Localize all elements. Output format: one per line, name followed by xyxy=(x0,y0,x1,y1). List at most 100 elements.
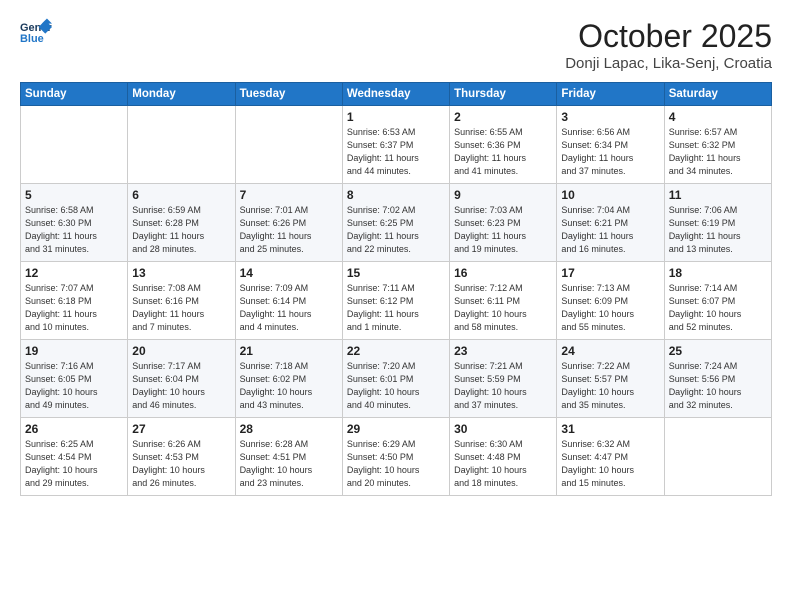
day-info: Sunrise: 7:18 AM Sunset: 6:02 PM Dayligh… xyxy=(240,360,338,412)
day-info: Sunrise: 6:57 AM Sunset: 6:32 PM Dayligh… xyxy=(669,126,767,178)
calendar-cell: 8Sunrise: 7:02 AM Sunset: 6:25 PM Daylig… xyxy=(342,184,449,262)
calendar-cell: 30 Sunrise: 6:30 AM Sunset: 4:48 PM Dayli… xyxy=(450,418,557,496)
calendar-cell xyxy=(235,106,342,184)
weekday-header-friday: Friday xyxy=(557,83,664,106)
day-info: Sunrise: 7:21 AM Sunset: 5:59 PM Dayligh… xyxy=(454,360,552,412)
day-number: 5 xyxy=(25,188,123,202)
calendar-cell: 14Sunrise: 7:09 AM Sunset: 6:14 PM Dayli… xyxy=(235,262,342,340)
calendar-cell: 1Sunrise: 6:53 AM Sunset: 6:37 PM Daylig… xyxy=(342,106,449,184)
page: General Blue General Blue October 2025 D… xyxy=(0,0,792,612)
week-row-2: 5Sunrise: 6:58 AM Sunset: 6:30 PM Daylig… xyxy=(21,184,772,262)
day-info: Sunrise: 6:55 AM Sunset: 6:36 PM Dayligh… xyxy=(454,126,552,178)
day-number: 13 xyxy=(132,266,230,280)
calendar-cell: 2 Sunrise: 6:55 AM Sunset: 6:36 PM Daylig… xyxy=(450,106,557,184)
calendar-cell: 10Sunrise: 7:04 AM Sunset: 6:21 PM Dayli… xyxy=(557,184,664,262)
day-number: 6 xyxy=(132,188,230,202)
calendar-cell: 22 Sunrise: 7:20 AM Sunset: 6:01 PM Dayli… xyxy=(342,340,449,418)
day-number: 28 xyxy=(240,422,338,436)
logo-icon: General Blue xyxy=(20,18,52,46)
day-number: 11 xyxy=(669,188,767,202)
calendar-cell: 12 Sunrise: 7:07 AM Sunset: 6:18 PM Dayli… xyxy=(21,262,128,340)
weekday-header-wednesday: Wednesday xyxy=(342,83,449,106)
week-row-4: 19 Sunrise: 7:16 AM Sunset: 6:05 PM Dayli… xyxy=(21,340,772,418)
day-info: Sunrise: 7:08 AM Sunset: 6:16 PM Dayligh… xyxy=(132,282,230,334)
logo: General Blue General Blue xyxy=(20,18,52,46)
day-info: Sunrise: 6:25 AM Sunset: 4:54 PM Dayligh… xyxy=(25,438,123,490)
header: General Blue General Blue October 2025 D… xyxy=(20,18,772,72)
day-info: Sunrise: 6:56 AM Sunset: 6:34 PM Dayligh… xyxy=(561,126,659,178)
weekday-header-row: SundayMondayTuesdayWednesdayThursdayFrid… xyxy=(21,83,772,106)
day-info: Sunrise: 6:30 AM Sunset: 4:48 PM Dayligh… xyxy=(454,438,552,490)
day-number: 22 xyxy=(347,344,445,358)
calendar-cell: 24 Sunrise: 7:22 AM Sunset: 5:57 PM Dayli… xyxy=(557,340,664,418)
calendar-cell: 9Sunrise: 7:03 AM Sunset: 6:23 PM Daylig… xyxy=(450,184,557,262)
calendar-cell: 3 Sunrise: 6:56 AM Sunset: 6:34 PM Daylig… xyxy=(557,106,664,184)
day-number: 8 xyxy=(347,188,445,202)
calendar-cell: 23 Sunrise: 7:21 AM Sunset: 5:59 PM Dayli… xyxy=(450,340,557,418)
calendar-cell: 16Sunrise: 7:12 AM Sunset: 6:11 PM Dayli… xyxy=(450,262,557,340)
day-info: Sunrise: 7:07 AM Sunset: 6:18 PM Dayligh… xyxy=(25,282,123,334)
day-number: 23 xyxy=(454,344,552,358)
calendar-cell: 7 Sunrise: 7:01 AM Sunset: 6:26 PM Daylig… xyxy=(235,184,342,262)
day-info: Sunrise: 6:32 AM Sunset: 4:47 PM Dayligh… xyxy=(561,438,659,490)
calendar-cell: 17Sunrise: 7:13 AM Sunset: 6:09 PM Dayli… xyxy=(557,262,664,340)
calendar-table: SundayMondayTuesdayWednesdayThursdayFrid… xyxy=(20,82,772,496)
calendar-cell: 31 Sunrise: 6:32 AM Sunset: 4:47 PM Dayli… xyxy=(557,418,664,496)
weekday-header-saturday: Saturday xyxy=(664,83,771,106)
day-number: 20 xyxy=(132,344,230,358)
day-number: 18 xyxy=(669,266,767,280)
day-info: Sunrise: 7:11 AM Sunset: 6:12 PM Dayligh… xyxy=(347,282,445,334)
day-info: Sunrise: 7:14 AM Sunset: 6:07 PM Dayligh… xyxy=(669,282,767,334)
day-info: Sunrise: 7:17 AM Sunset: 6:04 PM Dayligh… xyxy=(132,360,230,412)
day-number: 12 xyxy=(25,266,123,280)
day-info: Sunrise: 7:24 AM Sunset: 5:56 PM Dayligh… xyxy=(669,360,767,412)
day-number: 2 xyxy=(454,110,552,124)
calendar-cell: 28 Sunrise: 6:28 AM Sunset: 4:51 PM Dayli… xyxy=(235,418,342,496)
calendar-cell xyxy=(128,106,235,184)
day-number: 26 xyxy=(25,422,123,436)
day-number: 4 xyxy=(669,110,767,124)
day-number: 31 xyxy=(561,422,659,436)
day-info: Sunrise: 6:26 AM Sunset: 4:53 PM Dayligh… xyxy=(132,438,230,490)
day-info: Sunrise: 7:13 AM Sunset: 6:09 PM Dayligh… xyxy=(561,282,659,334)
day-info: Sunrise: 7:06 AM Sunset: 6:19 PM Dayligh… xyxy=(669,204,767,256)
day-number: 27 xyxy=(132,422,230,436)
calendar-cell: 27 Sunrise: 6:26 AM Sunset: 4:53 PM Dayli… xyxy=(128,418,235,496)
calendar-cell: 18 Sunrise: 7:14 AM Sunset: 6:07 PM Dayli… xyxy=(664,262,771,340)
day-number: 25 xyxy=(669,344,767,358)
day-number: 14 xyxy=(240,266,338,280)
day-info: Sunrise: 7:22 AM Sunset: 5:57 PM Dayligh… xyxy=(561,360,659,412)
calendar-cell: 20 Sunrise: 7:17 AM Sunset: 6:04 PM Dayli… xyxy=(128,340,235,418)
week-row-5: 26 Sunrise: 6:25 AM Sunset: 4:54 PM Dayli… xyxy=(21,418,772,496)
week-row-1: 1Sunrise: 6:53 AM Sunset: 6:37 PM Daylig… xyxy=(21,106,772,184)
day-info: Sunrise: 7:01 AM Sunset: 6:26 PM Dayligh… xyxy=(240,204,338,256)
day-number: 24 xyxy=(561,344,659,358)
week-row-3: 12 Sunrise: 7:07 AM Sunset: 6:18 PM Dayli… xyxy=(21,262,772,340)
calendar-cell: 26 Sunrise: 6:25 AM Sunset: 4:54 PM Dayli… xyxy=(21,418,128,496)
weekday-header-monday: Monday xyxy=(128,83,235,106)
calendar-cell: 15 Sunrise: 7:11 AM Sunset: 6:12 PM Dayli… xyxy=(342,262,449,340)
day-number: 7 xyxy=(240,188,338,202)
day-info: Sunrise: 7:16 AM Sunset: 6:05 PM Dayligh… xyxy=(25,360,123,412)
calendar-cell xyxy=(21,106,128,184)
day-info: Sunrise: 6:59 AM Sunset: 6:28 PM Dayligh… xyxy=(132,204,230,256)
day-info: Sunrise: 7:03 AM Sunset: 6:23 PM Dayligh… xyxy=(454,204,552,256)
calendar-cell: 21Sunrise: 7:18 AM Sunset: 6:02 PM Dayli… xyxy=(235,340,342,418)
day-number: 30 xyxy=(454,422,552,436)
day-info: Sunrise: 6:29 AM Sunset: 4:50 PM Dayligh… xyxy=(347,438,445,490)
day-info: Sunrise: 7:20 AM Sunset: 6:01 PM Dayligh… xyxy=(347,360,445,412)
day-number: 19 xyxy=(25,344,123,358)
weekday-header-tuesday: Tuesday xyxy=(235,83,342,106)
day-number: 15 xyxy=(347,266,445,280)
calendar-cell: 19 Sunrise: 7:16 AM Sunset: 6:05 PM Dayli… xyxy=(21,340,128,418)
calendar-cell: 25 Sunrise: 7:24 AM Sunset: 5:56 PM Dayli… xyxy=(664,340,771,418)
calendar-cell: 6 Sunrise: 6:59 AM Sunset: 6:28 PM Daylig… xyxy=(128,184,235,262)
weekday-header-sunday: Sunday xyxy=(21,83,128,106)
location-title: Donji Lapac, Lika-Senj, Croatia xyxy=(565,55,772,72)
svg-text:Blue: Blue xyxy=(20,33,44,45)
day-info: Sunrise: 6:28 AM Sunset: 4:51 PM Dayligh… xyxy=(240,438,338,490)
day-info: Sunrise: 7:12 AM Sunset: 6:11 PM Dayligh… xyxy=(454,282,552,334)
calendar-cell xyxy=(664,418,771,496)
calendar-cell: 4 Sunrise: 6:57 AM Sunset: 6:32 PM Daylig… xyxy=(664,106,771,184)
day-number: 3 xyxy=(561,110,659,124)
